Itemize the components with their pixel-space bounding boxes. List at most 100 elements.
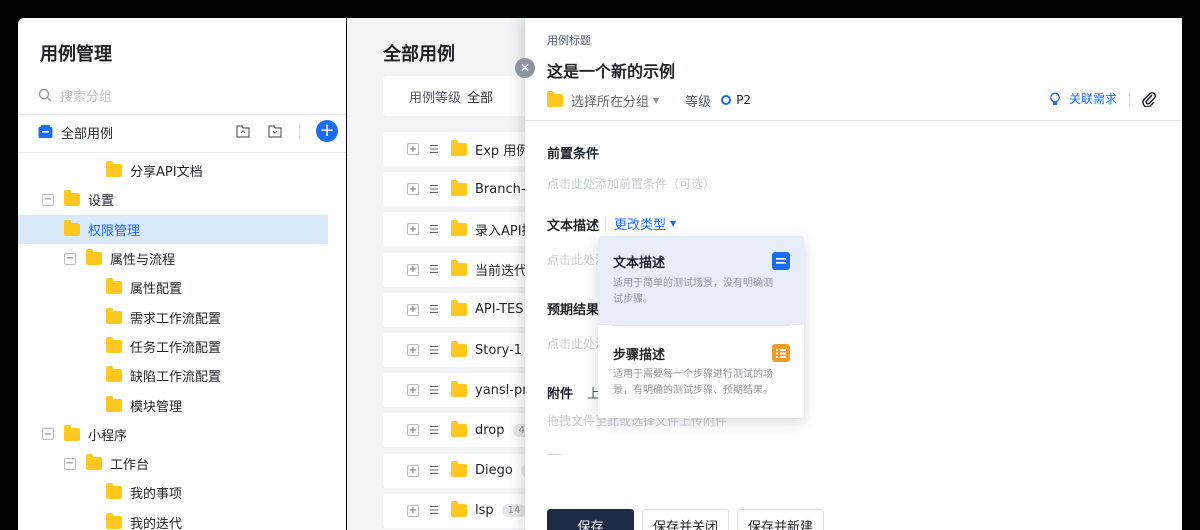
caret-down-icon: ▼ xyxy=(653,95,660,105)
case-title-label: 用例标题 xyxy=(547,34,591,47)
level-filter-value[interactable]: 全部 xyxy=(467,87,493,106)
folder-icon xyxy=(86,454,102,471)
tree-item[interactable]: 需求工作流配置 xyxy=(18,302,346,331)
case-group-row[interactable]: + ☰ Exp 用例 xyxy=(383,132,533,166)
menu-item-step-desc[interactable]: 步骤描述 适用于需要每一个步骤进行测试的场景，有明确的测试步骤、预期结果。 xyxy=(598,326,804,418)
collapse-toggle-icon[interactable]: − xyxy=(64,457,76,470)
folder-icon xyxy=(451,260,467,277)
case-group-row[interactable]: + ☰ 录入API接 xyxy=(383,212,533,247)
paperclip-icon[interactable] xyxy=(1142,91,1156,107)
close-drawer-button[interactable]: ✕ xyxy=(515,58,535,78)
case-group-row[interactable]: + ☰ Branch-2 xyxy=(383,172,533,207)
tree-item-label: 设置 xyxy=(88,194,115,210)
tree-item[interactable]: 我的迭代 xyxy=(18,508,346,530)
case-group-name: lsp xyxy=(475,503,494,519)
case-group-row[interactable]: +☰drop40 xyxy=(383,413,533,448)
folder-icon xyxy=(451,139,467,156)
case-group-row[interactable]: + ☰ lsp 14 xyxy=(383,493,533,528)
change-type-dropdown[interactable]: 更改类型 ▼ xyxy=(605,214,676,233)
case-group-row[interactable]: + ☰ API-TES xyxy=(383,292,533,327)
tree-item[interactable]: 属性配置 xyxy=(18,273,346,302)
case-group-row[interactable]: +☰Diego7 xyxy=(383,453,533,488)
tree-item[interactable]: 缺陷工作流配置 xyxy=(18,361,346,390)
expand-icon[interactable]: + xyxy=(407,384,419,397)
divider xyxy=(1129,91,1130,106)
tree-item[interactable]: − 小程序 xyxy=(18,420,346,449)
folder-icon xyxy=(106,336,122,353)
all-cases-row[interactable]: 全部用例 + xyxy=(38,118,338,146)
collapse-toggle-icon[interactable]: − xyxy=(42,428,54,441)
count-badge: 14 xyxy=(501,504,527,518)
collapse-toggle-icon[interactable]: − xyxy=(42,193,54,206)
menu-item-text-desc[interactable]: 文本描述 适用于简单的测试场景，没有明确测试步骤。 xyxy=(598,236,804,325)
expand-icon[interactable]: + xyxy=(407,344,419,356)
case-group-name: Story-1 xyxy=(475,342,523,358)
case-title-input[interactable]: 这是一个新的示例 xyxy=(547,58,675,82)
expand-icon[interactable]: + xyxy=(407,303,419,316)
save-button[interactable]: 保存 xyxy=(547,509,634,530)
tree-item-label: 我的事项 xyxy=(130,487,183,503)
checklist-icon: ☰ xyxy=(429,343,439,357)
divider xyxy=(605,216,606,231)
expand-icon[interactable]: + xyxy=(407,183,419,196)
group-sidebar: 用例管理 搜索分组 全部用例 + 分享API文档 − 设置 权限管理 − 属性与流程 属性配… xyxy=(18,18,346,530)
checklist-icon: ☰ xyxy=(429,303,439,317)
folder-icon xyxy=(451,340,467,357)
menu-item-title: 文本描述 xyxy=(613,256,666,271)
tree-item[interactable]: 分享API文档 xyxy=(18,156,346,185)
link-requirement-button[interactable]: 关联需求 xyxy=(1069,90,1117,107)
case-group-name: Diego xyxy=(475,463,513,479)
tree-item[interactable]: − 设置 xyxy=(18,185,346,214)
tree-item[interactable]: − 属性与流程 xyxy=(18,244,346,273)
tree-item[interactable]: 模块管理 xyxy=(18,390,346,419)
lightbulb-icon xyxy=(1050,92,1060,105)
collapse-toggle-icon[interactable]: − xyxy=(64,252,76,265)
expand-icon[interactable]: + xyxy=(407,504,419,517)
divider xyxy=(547,454,561,455)
close-icon: ✕ xyxy=(519,61,531,75)
expand-icon[interactable]: + xyxy=(407,143,419,155)
group-search-input[interactable]: 搜索分组 xyxy=(60,86,112,105)
tree-item[interactable]: − 工作台 xyxy=(18,449,346,478)
drawer-actions: 关联需求 xyxy=(1049,90,1156,107)
text-desc-icon xyxy=(772,252,790,270)
add-group-button[interactable]: + xyxy=(316,120,338,142)
expand-icon[interactable]: + xyxy=(407,223,419,236)
folder-icon xyxy=(106,512,122,529)
text-desc-title: 文本描述 xyxy=(547,219,600,234)
folder-icon xyxy=(451,461,467,478)
plus-icon: + xyxy=(319,120,335,141)
tree-item[interactable]: 权限管理 xyxy=(18,214,328,244)
expand-all-icon[interactable] xyxy=(235,123,251,139)
save-new-button[interactable]: 保存并新建 xyxy=(737,509,824,530)
folder-icon xyxy=(106,161,122,178)
save-close-button[interactable]: 保存并关闭 xyxy=(642,509,729,530)
expand-icon[interactable]: + xyxy=(407,464,419,477)
group-select[interactable]: 选择所在分组 xyxy=(571,91,649,110)
tree-item[interactable]: 我的事项 xyxy=(18,478,346,507)
folder-icon xyxy=(64,219,80,236)
tree-item-label: 缺陷工作流配置 xyxy=(130,370,222,386)
case-group-row[interactable]: + ☰ yansl-pro xyxy=(383,373,533,408)
collapse-all-icon[interactable] xyxy=(267,123,283,139)
tree-item-label: 属性与流程 xyxy=(110,253,176,269)
group-search[interactable]: 搜索分组 xyxy=(38,82,328,108)
folder-icon xyxy=(451,219,467,236)
checklist-icon: ☰ xyxy=(429,182,439,196)
expand-icon[interactable]: + xyxy=(407,263,419,276)
precondition-field[interactable]: 点击此处添加前置条件（可选） xyxy=(547,175,715,192)
folder-icon xyxy=(106,395,122,412)
tree-item-label: 权限管理 xyxy=(88,223,141,239)
divider xyxy=(299,123,300,139)
case-group-row[interactable]: + ☰ 当前迭代 xyxy=(383,252,533,287)
expand-icon[interactable]: + xyxy=(407,424,419,437)
tree-item[interactable]: 任务工作流配置 xyxy=(18,332,346,361)
folder-icon xyxy=(451,300,467,317)
checklist-icon: ☰ xyxy=(429,464,439,478)
level-select[interactable]: P2 xyxy=(736,93,751,107)
divider xyxy=(18,114,346,115)
case-group-row[interactable]: + ☰ Story-1 xyxy=(383,333,533,367)
checklist-icon: ☰ xyxy=(429,383,439,397)
folder-icon xyxy=(547,90,563,107)
level-filter[interactable]: 用例等级 全部 xyxy=(383,76,533,116)
